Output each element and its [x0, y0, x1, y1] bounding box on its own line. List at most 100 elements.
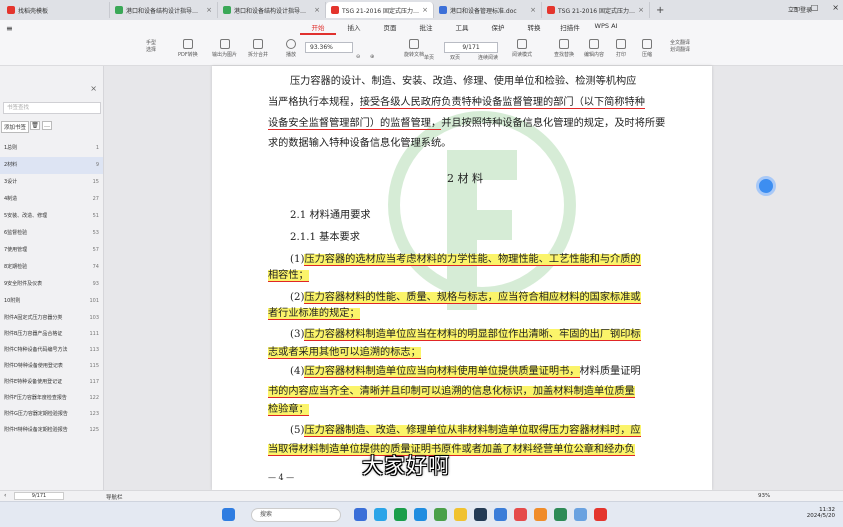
menu-tools[interactable]: 工具 [444, 22, 480, 35]
bookmark-page: 111 [89, 331, 99, 337]
delete-icon[interactable]: 🗑 [30, 121, 40, 130]
hamburger-icon[interactable]: ≡ [6, 24, 13, 33]
menu-insert[interactable]: 插入 [336, 22, 372, 35]
tab-4-active[interactable]: TSG 21-2016 固定式压力容器安全× [326, 2, 434, 18]
bookmark-label: 7使用管理 [4, 247, 28, 253]
bookmark-item[interactable]: 附件E特种设备使用登记证 117 [0, 374, 103, 390]
app-icon[interactable] [494, 508, 507, 521]
pdf-icon [331, 6, 339, 14]
tab-2[interactable]: 港口和设备结构设计指导书2020× [110, 2, 218, 18]
nav-pane-toggle[interactable]: 导航栏 [106, 493, 123, 501]
bookmark-item[interactable]: 1总则 1 [0, 140, 103, 157]
play-button[interactable]: 播放 [286, 39, 296, 58]
app-icon[interactable] [574, 508, 587, 521]
image-icon [219, 39, 230, 49]
bookmark-item[interactable]: 9安全附件及仪表 93 [0, 276, 103, 293]
bookmark-item[interactable]: 附件B压力容器产品合格证 111 [0, 326, 103, 342]
more-icon[interactable]: … [42, 121, 52, 130]
doc-icon [115, 6, 123, 14]
steam-icon[interactable] [474, 508, 487, 521]
bookmark-item[interactable]: 2材料 9 [0, 157, 103, 174]
menu-wps-ai[interactable]: WPS AI [588, 22, 624, 35]
taskbar-search[interactable]: 搜索 [251, 508, 341, 522]
zoom-out-icon[interactable]: ⊖ [356, 54, 360, 60]
app-icon[interactable] [554, 508, 567, 521]
zoom-in-icon[interactable]: ⊕ [370, 54, 374, 60]
compress-button[interactable]: 压缩 [642, 39, 652, 58]
chrome-icon[interactable] [434, 508, 447, 521]
qq-icon[interactable] [374, 508, 387, 521]
bookmark-item[interactable]: 3设计 15 [0, 174, 103, 191]
tab-3[interactable]: 港口和设备结构设计指导书2020× [218, 2, 326, 18]
bookmark-item[interactable]: 7使用管理 57 [0, 242, 103, 259]
menu-annotate[interactable]: 批注 [408, 22, 444, 35]
menu-scan[interactable]: 扫描件 [552, 22, 588, 35]
close-icon[interactable]: × [314, 6, 320, 14]
add-bookmark-button[interactable]: 添加书签 [1, 121, 30, 133]
folder-icon[interactable] [454, 508, 467, 521]
tab-5[interactable]: 港口和设备管理标准.doc × [434, 2, 542, 18]
app-icon[interactable] [354, 508, 367, 521]
double-page-button[interactable]: 双页 [450, 54, 460, 61]
tab-1[interactable]: 找稻壳模板 [2, 2, 110, 18]
menu-convert[interactable]: 转换 [516, 22, 552, 35]
bookmark-page: 53 [92, 230, 99, 236]
app-icon[interactable] [514, 508, 527, 521]
single-page-button[interactable]: 单页 [424, 54, 434, 61]
close-icon[interactable]: × [638, 6, 644, 14]
zoom-level[interactable]: 93% [758, 493, 770, 499]
bookmark-item[interactable]: 附件A固定式压力容器分类 103 [0, 310, 103, 326]
rotate-icon [409, 39, 419, 49]
rotate-button[interactable]: 旋转文档 [404, 39, 424, 58]
close-icon[interactable]: × [90, 84, 97, 93]
continuous-read-button[interactable]: 连续阅读 [478, 54, 498, 61]
tab-6[interactable]: TSG 21-2016 固定式压力容器安全× [542, 2, 650, 18]
minimize-icon[interactable]: – [793, 3, 797, 12]
export-image-button[interactable]: 输出为图片 [212, 39, 237, 58]
bookmark-page: 103 [89, 315, 99, 321]
maximize-icon[interactable]: □ [811, 3, 819, 12]
bookmark-item[interactable]: 附件H特种设备定期检验报告 125 [0, 422, 103, 438]
floating-assistant-button[interactable] [756, 176, 776, 196]
bookmark-item[interactable]: 附件C特种设备代码编号方法 113 [0, 342, 103, 358]
menu-page[interactable]: 页面 [372, 22, 408, 35]
windows-start-icon[interactable] [222, 508, 235, 521]
menu-protect[interactable]: 保护 [480, 22, 516, 35]
pdf-convert-button[interactable]: PDF转换 [178, 39, 198, 58]
translate-button[interactable]: 全文翻译 划词翻译 [670, 39, 690, 53]
bookmark-label: 5安装、改造、修理 [4, 213, 48, 219]
bookmark-item[interactable]: 附件G压力容器定期检验报告 123 [0, 406, 103, 422]
edit-icon [589, 39, 599, 49]
bookmark-item[interactable]: 8定期检验 74 [0, 259, 103, 276]
edge-icon[interactable] [414, 508, 427, 521]
menu-start[interactable]: 开始 [300, 22, 336, 35]
bookmark-search-input[interactable]: 书签查找 [3, 102, 101, 114]
prev-page-icon[interactable]: ‹ [4, 492, 6, 499]
bookmark-item[interactable]: 6监督检验 53 [0, 225, 103, 242]
hand-tool-button[interactable]: 手型 选择 [146, 39, 156, 53]
zoom-input[interactable]: 93.36% [305, 42, 353, 53]
bookmark-item[interactable]: 附件D特种设备使用登记表 115 [0, 358, 103, 374]
new-tab-button[interactable]: + [650, 5, 670, 16]
bookmark-item[interactable]: 4制造 27 [0, 191, 103, 208]
wechat-icon[interactable] [394, 508, 407, 521]
read-mode-button[interactable]: 阅读模式 [512, 39, 532, 58]
bookmark-page: 115 [89, 363, 99, 369]
sidebar-page-input[interactable]: 9/171 [14, 492, 64, 500]
app-icon[interactable] [534, 508, 547, 521]
close-icon[interactable]: × [206, 6, 212, 14]
bookmark-item[interactable]: 10附则 101 [0, 293, 103, 310]
find-replace-button[interactable]: 查找替换 [554, 39, 574, 58]
wps-taskbar-icon[interactable] [594, 508, 607, 521]
print-button[interactable]: 打印 [616, 39, 626, 58]
page-number-input[interactable]: 9/171 [444, 42, 498, 53]
close-window-icon[interactable]: × [832, 3, 839, 12]
close-icon[interactable]: × [422, 6, 428, 14]
printer-icon [616, 39, 626, 49]
bookmark-label: 附件A固定式压力容器分类 [4, 315, 63, 321]
bookmark-item[interactable]: 附件F压力容器年度检查报告 122 [0, 390, 103, 406]
split-merge-button[interactable]: 拆分合并 [248, 39, 268, 58]
edit-content-button[interactable]: 编辑内容 [584, 39, 604, 58]
bookmark-item[interactable]: 5安装、改造、修理 51 [0, 208, 103, 225]
close-icon[interactable]: × [530, 6, 536, 14]
